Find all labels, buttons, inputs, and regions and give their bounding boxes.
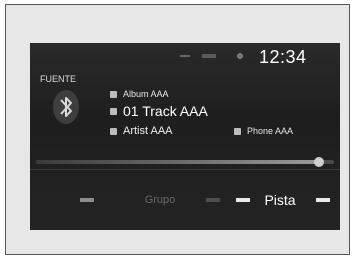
previous-track-button[interactable] xyxy=(230,181,256,219)
progress-knob[interactable] xyxy=(314,157,325,167)
next-track-button[interactable] xyxy=(310,181,336,219)
right-arrow-icon xyxy=(206,198,220,202)
battery-icon xyxy=(202,54,216,58)
bluetooth-icon xyxy=(53,90,79,124)
progress-fill xyxy=(36,160,320,164)
artist-name: Artist AAA xyxy=(123,125,173,137)
audio-screen: 12:34 FUENTE Album AAA 01 Track AAA Arti… xyxy=(30,43,340,230)
right-arrow-icon xyxy=(316,198,330,202)
progress-bar[interactable] xyxy=(36,157,334,167)
signal-icon xyxy=(180,55,190,57)
left-arrow-icon xyxy=(80,198,94,202)
track-row: 01 Track AAA xyxy=(110,103,208,119)
phone-row: Phone AAA xyxy=(234,126,293,136)
figure-frame: 12:34 FUENTE Album AAA 01 Track AAA Arti… xyxy=(5,4,350,255)
status-bar: 12:34 xyxy=(30,43,340,67)
track-name: 01 Track AAA xyxy=(123,103,208,119)
album-row: Album AAA xyxy=(110,89,169,99)
album-name: Album AAA xyxy=(123,89,169,99)
playback-controls: Grupo Pista xyxy=(30,181,340,219)
artist-icon xyxy=(110,127,117,135)
phone-name: Phone AAA xyxy=(247,126,294,136)
album-icon xyxy=(110,90,117,98)
left-arrow-icon xyxy=(236,198,250,202)
divider xyxy=(30,169,340,170)
track-button[interactable]: Pista xyxy=(260,181,300,219)
status-icons xyxy=(180,53,243,59)
source-button[interactable]: FUENTE xyxy=(40,74,76,84)
clock: 12:34 xyxy=(259,47,307,67)
track-icon xyxy=(110,107,117,115)
phone-icon xyxy=(234,127,241,135)
next-group-button[interactable] xyxy=(200,181,226,219)
previous-group-button[interactable] xyxy=(74,181,100,219)
artist-row: Artist AAA xyxy=(110,125,173,137)
bluetooth-status-icon xyxy=(237,53,243,59)
group-button[interactable]: Grupo xyxy=(130,181,190,219)
